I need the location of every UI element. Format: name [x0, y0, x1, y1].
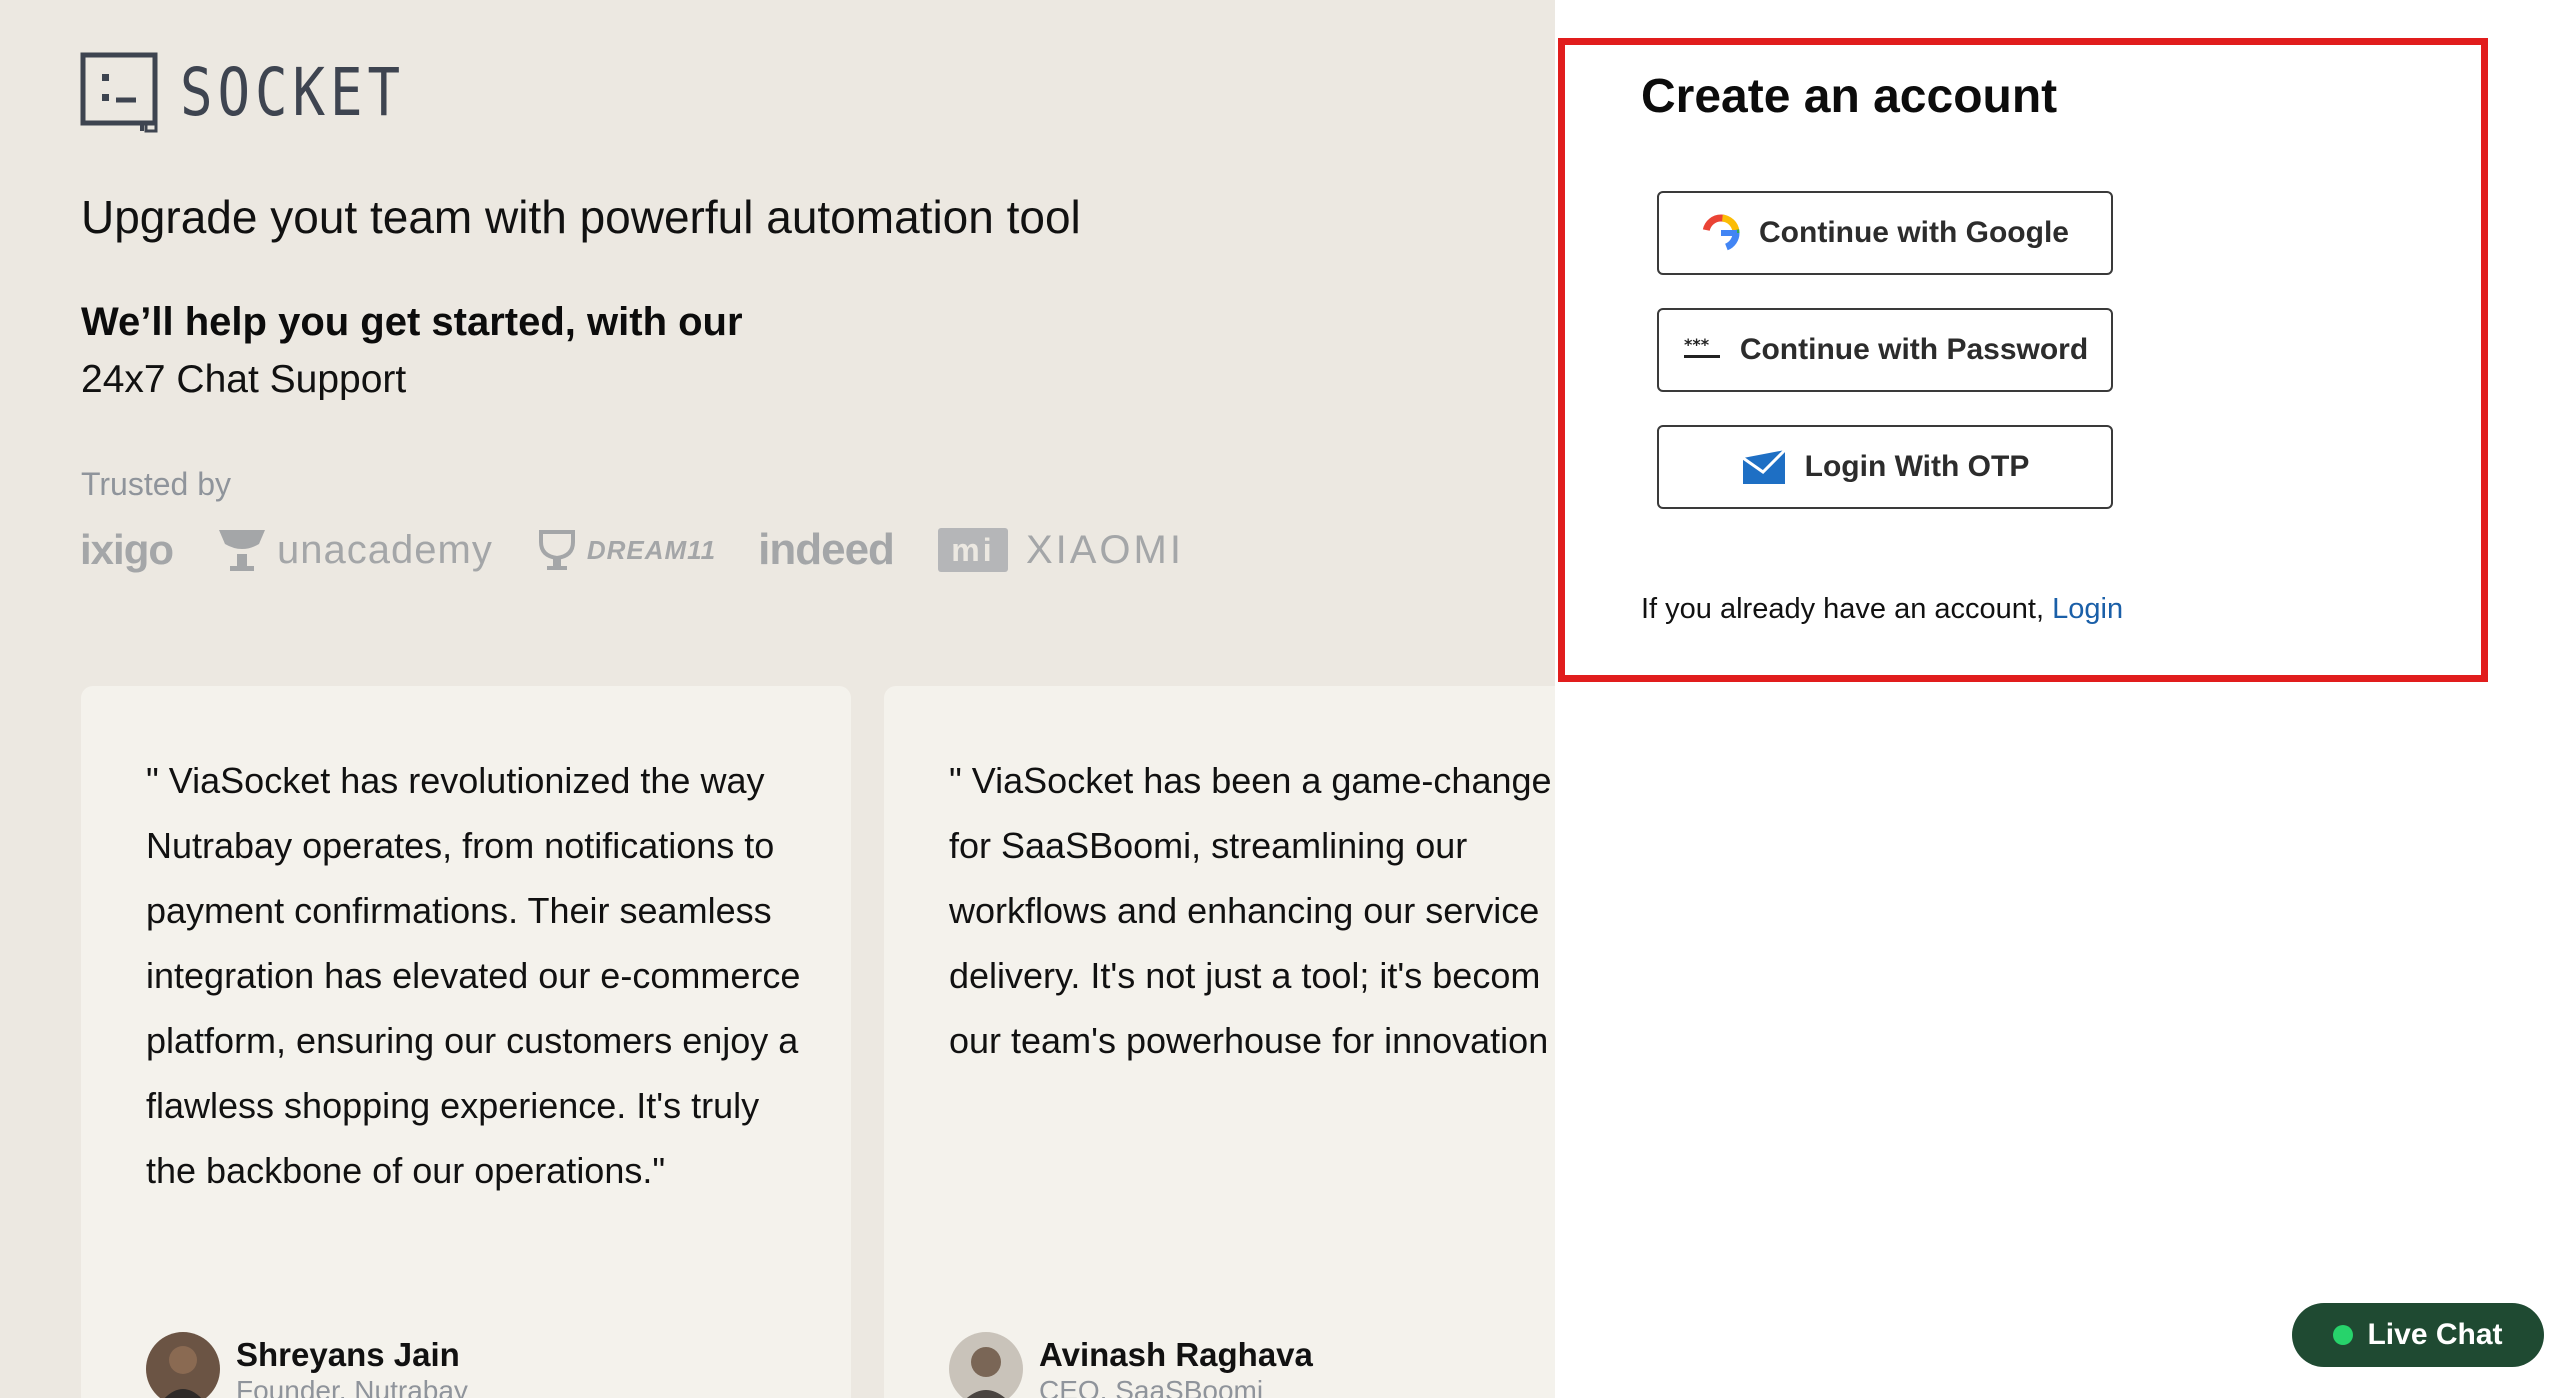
avatar-icon — [146, 1332, 220, 1398]
login-prompt: If you already have an account, Login — [1641, 593, 2123, 626]
testimonial-card: " ViaSocket has revolutionized the way N… — [81, 686, 851, 1398]
indeed-logo-text: indeed — [758, 525, 895, 574]
email-icon — [1741, 448, 1786, 484]
author-name: Avinash Raghava — [1039, 1336, 1313, 1373]
avatar — [146, 1332, 220, 1398]
continue-with-password-button[interactable]: *** Continue with Password — [1657, 308, 2113, 392]
author-details: Shreyans Jain Founder, Nutrabay — [236, 1332, 468, 1398]
create-account-panel: Create an account Continue with Google *… — [1558, 38, 2488, 682]
login-prompt-text: If you already have an account, — [1641, 593, 2045, 625]
help-subheading: 24x7 Chat Support — [81, 358, 407, 401]
unacademy-logo: unacademy — [217, 528, 493, 573]
author-role: CEO, SaaSBoomi — [1039, 1375, 1264, 1398]
avatar-icon — [949, 1332, 1023, 1398]
author-name: Shreyans Jain — [236, 1336, 460, 1373]
author-role: Founder, Nutrabay — [236, 1375, 468, 1398]
avatar — [949, 1332, 1023, 1398]
testimonial-author: Shreyans Jain Founder, Nutrabay — [146, 1332, 468, 1398]
ixigo-logo-text: ixigo — [80, 526, 174, 573]
author-details: Avinash Raghava CEO, SaaSBoomi — [1039, 1332, 1313, 1398]
password-dots-icon: *** — [1683, 336, 1720, 358]
login-with-otp-button[interactable]: Login With OTP — [1657, 425, 2113, 509]
xiaomi-logo-text: XIAOMI — [1025, 527, 1184, 572]
create-account-title: Create an account — [1641, 70, 2058, 123]
live-chat-label: Live Chat — [2367, 1318, 2503, 1351]
dream11-logo-text: DREAM11 — [586, 534, 717, 565]
testimonial-author: Avinash Raghava CEO, SaaSBoomi — [949, 1332, 1313, 1398]
testimonial-quote: " ViaSocket has been a game-change for S… — [949, 760, 1552, 1061]
live-dot-icon — [2333, 1325, 2354, 1345]
google-button-label: Continue with Google — [1759, 216, 2069, 249]
testimonial-card: " ViaSocket has been a game-change for S… — [884, 686, 1555, 1398]
dream11-logo: DREAM11 — [537, 528, 716, 572]
trusted-logos: ixigo unacademy DREAM11 indeed mi XIAOMI — [80, 520, 1184, 580]
socket-logo[interactable]: SOCKET — [80, 52, 454, 134]
unacademy-mark-icon — [219, 530, 266, 571]
xiaomi-logo: mi XIAOMI — [937, 527, 1184, 573]
trusted-by-label: Trusted by — [81, 466, 231, 502]
login-link[interactable]: Login — [2052, 593, 2123, 625]
ixigo-logo: ixigo — [80, 526, 174, 574]
logo-text: SOCKET — [180, 54, 406, 131]
live-chat-button[interactable]: Live Chat — [2292, 1303, 2544, 1367]
otp-button-label: Login With OTP — [1804, 450, 2030, 483]
dream11-mark-icon — [538, 530, 575, 570]
google-icon — [1702, 214, 1740, 252]
left-panel: SOCKET Upgrade yout team with powerful a… — [0, 0, 1555, 1398]
socket-logo-icon — [80, 52, 158, 133]
unacademy-logo-text: unacademy — [277, 527, 493, 572]
svg-text:***: *** — [1684, 336, 1710, 354]
testimonial-quote: " ViaSocket has revolutionized the way N… — [146, 760, 801, 1191]
mi-logo-box: mi — [937, 528, 1008, 572]
indeed-logo: indeed — [758, 525, 895, 575]
password-button-label: Continue with Password — [1739, 333, 2089, 366]
help-heading: We’ll help you get started, with our — [81, 300, 743, 344]
page-tagline: Upgrade yout team with powerful automati… — [81, 191, 1081, 243]
continue-with-google-button[interactable]: Continue with Google — [1657, 191, 2113, 275]
